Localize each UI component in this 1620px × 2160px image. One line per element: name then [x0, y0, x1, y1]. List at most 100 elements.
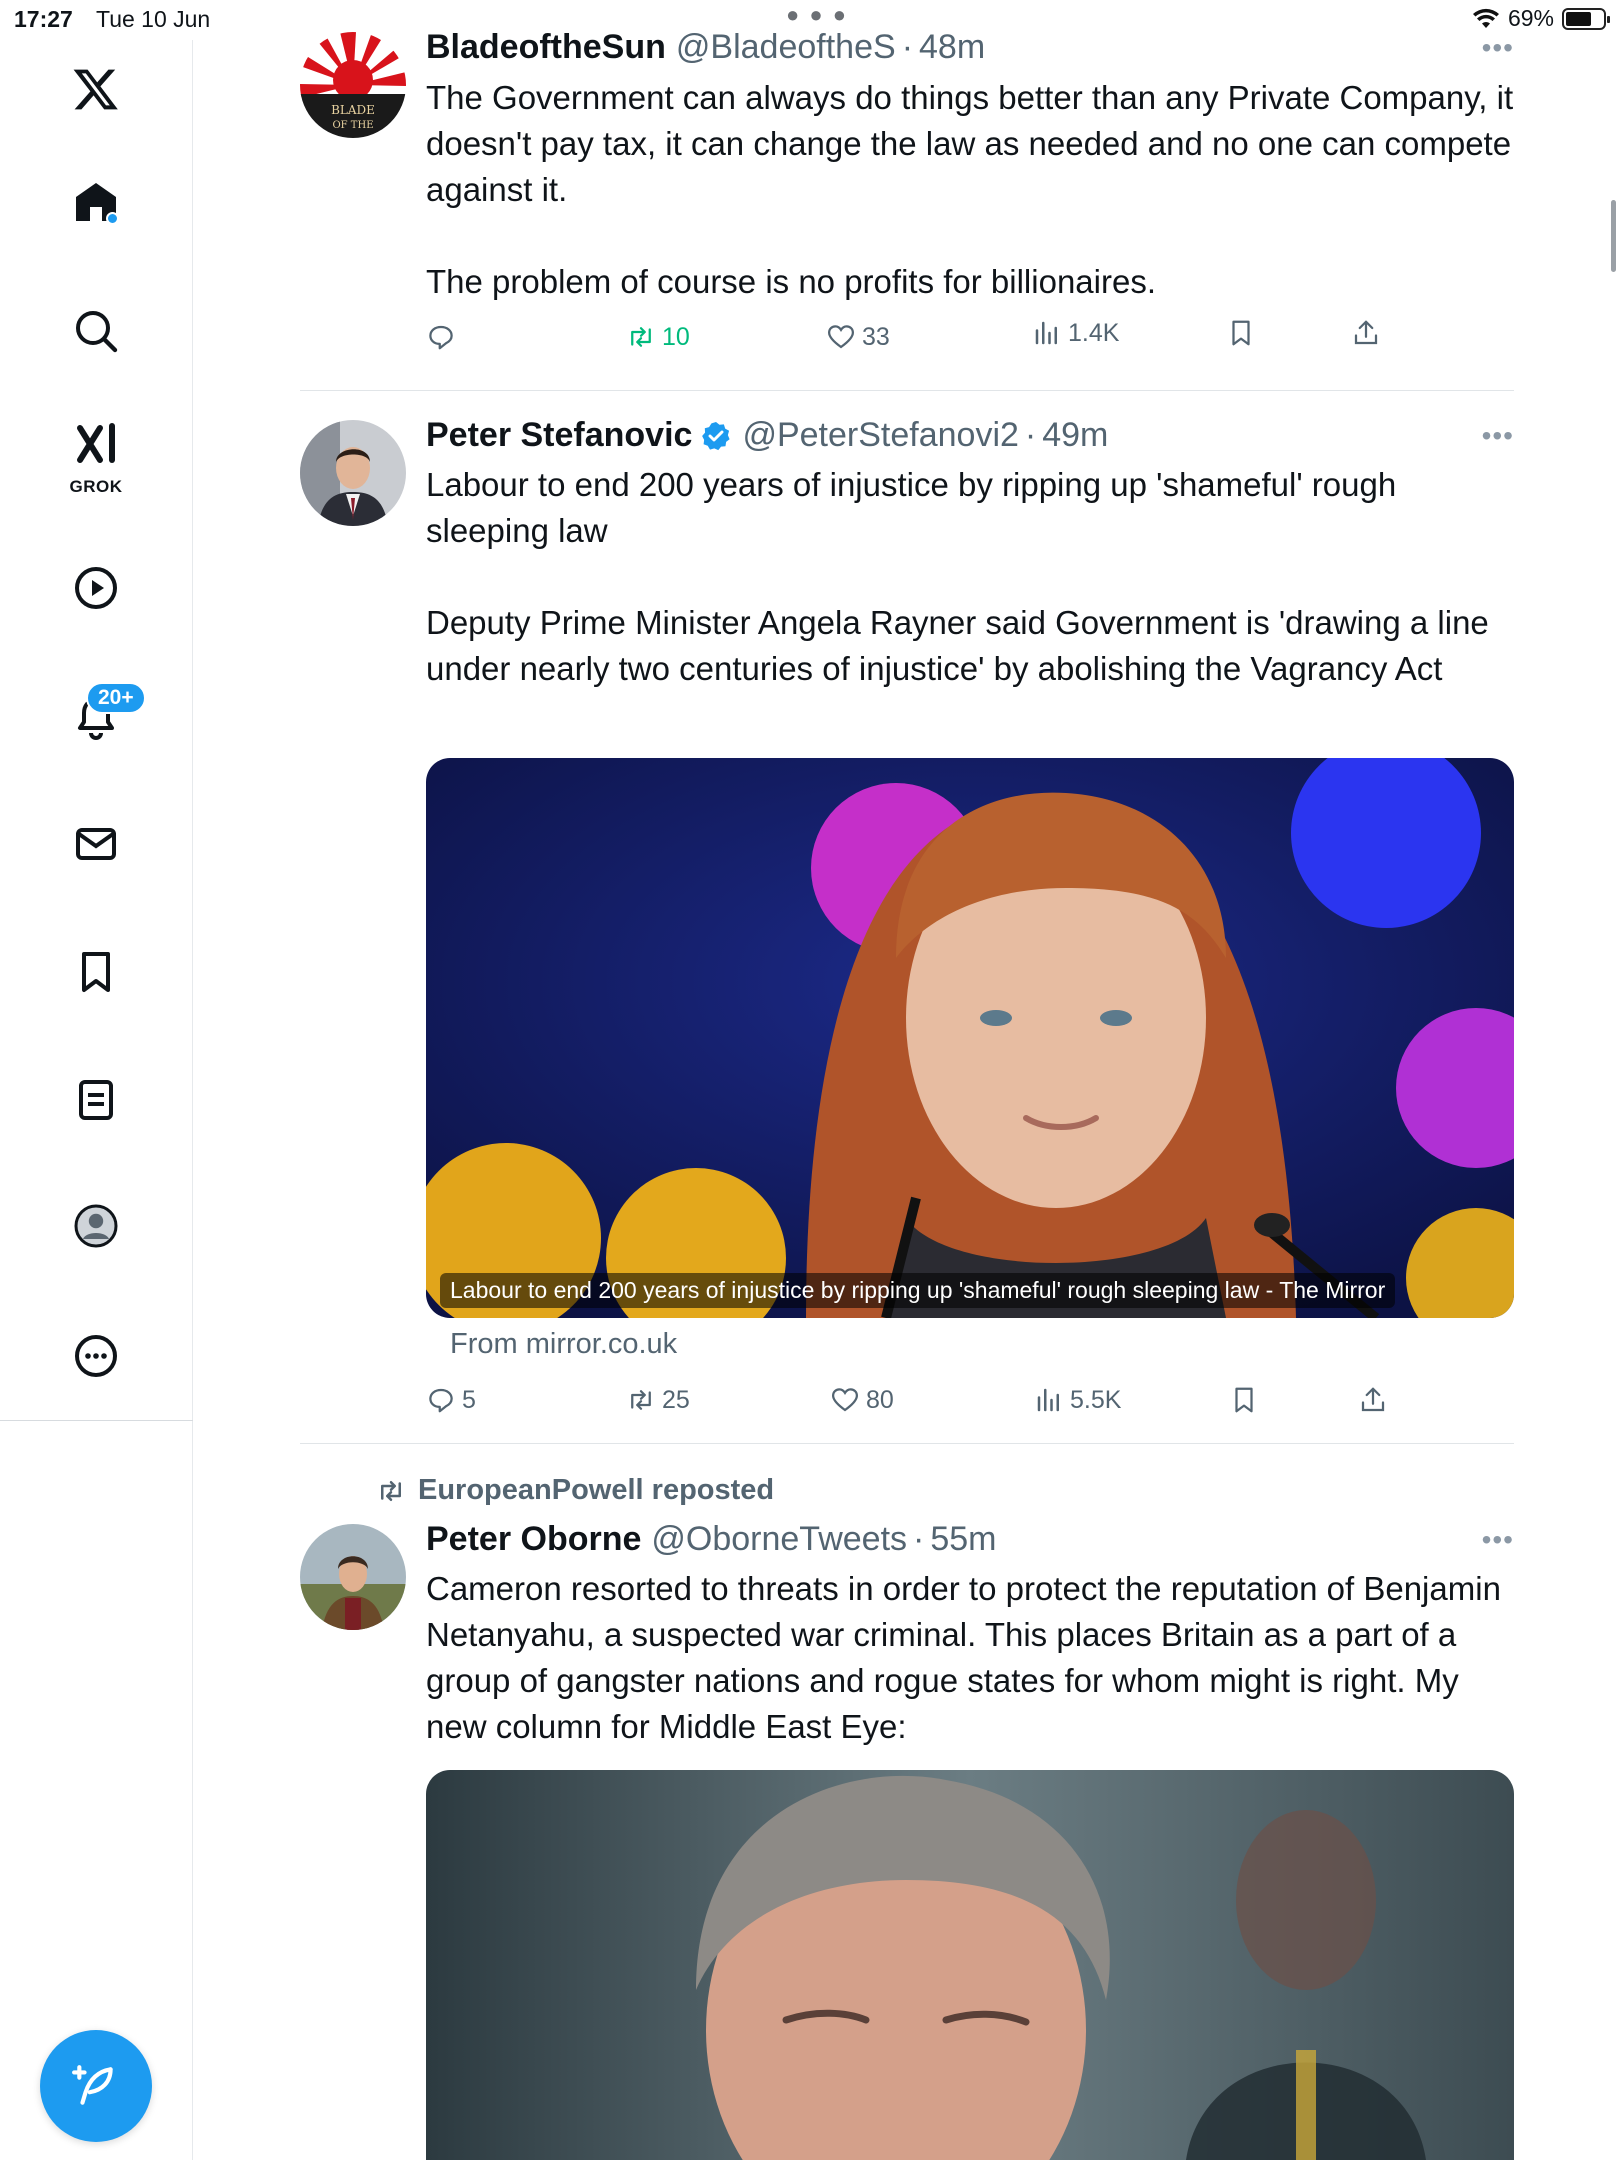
link-card-caption: Labour to end 200 years of injustice by … — [440, 1273, 1396, 1308]
reposted-by-label[interactable]: EuropeanPowell reposted — [418, 1474, 774, 1507]
bookmark-icon — [1232, 320, 1250, 346]
view-count: 5.5K — [1070, 1385, 1122, 1414]
grok-label: GROK — [69, 477, 123, 496]
tweet-time[interactable]: 55m — [930, 1520, 996, 1559]
link-source[interactable]: From mirror.co.uk — [450, 1328, 677, 1361]
x-logo-icon[interactable] — [62, 55, 130, 123]
view-count: 1.4K — [1068, 318, 1120, 347]
views-button[interactable]: 1.4K — [1032, 318, 1119, 348]
tweet-time[interactable]: 48m — [919, 28, 985, 67]
avatar-outdoor-portrait-image — [300, 1524, 406, 1630]
views-chart-icon — [1035, 321, 1057, 345]
tweet-header: Peter Stefanovic @PeterStefanovi2 · 49m — [426, 416, 1108, 455]
author-handle[interactable]: @PeterStefanovi2 — [742, 416, 1018, 455]
avatar-peter-oborne[interactable] — [300, 1524, 406, 1630]
home-icon[interactable] — [62, 168, 130, 236]
avatar-peter-stefanovic[interactable] — [300, 420, 406, 526]
repost-context: EuropeanPowell reposted — [376, 1474, 774, 1507]
author-name[interactable]: Peter Oborne — [426, 1520, 641, 1559]
status-indicators: 69% — [1472, 5, 1610, 32]
angela-rayner-photo — [426, 758, 1514, 1318]
heart-icon — [831, 1388, 859, 1412]
search-icon[interactable] — [62, 297, 130, 365]
like-button[interactable]: 33 — [826, 322, 890, 352]
share-icon — [1354, 320, 1378, 345]
video-icon[interactable] — [62, 554, 130, 622]
avatar-rising-sun-image: BLADE OF THE — [300, 32, 406, 138]
link-card-image[interactable]: Labour to end 200 years of injustice by … — [426, 758, 1514, 1318]
battery-icon — [1562, 7, 1610, 30]
lists-icon[interactable] — [62, 1066, 130, 1134]
tweet-paragraph: Labour to end 200 years of injustice by … — [426, 466, 1397, 549]
tweet-time[interactable]: 49m — [1042, 416, 1108, 455]
like-count: 80 — [866, 1385, 894, 1414]
more-options-icon[interactable]: ••• — [1482, 32, 1514, 64]
compose-button[interactable] — [40, 2030, 152, 2142]
scrollbar-thumb[interactable] — [1611, 200, 1616, 272]
battery-percent: 69% — [1507, 5, 1554, 31]
avatar-blade-text: BLADE — [331, 103, 375, 117]
bookmark-icon — [1235, 1387, 1253, 1413]
repost-count: 25 — [662, 1385, 690, 1414]
tweet-divider — [300, 390, 1514, 391]
sidebar-divider — [0, 1420, 193, 1421]
header-separator: · — [913, 1520, 925, 1558]
repost-button[interactable]: 25 — [626, 1385, 690, 1415]
profile-icon[interactable] — [62, 1192, 130, 1260]
tweet-actions: 5 25 80 5.5K — [426, 1385, 1426, 1425]
tweet-divider — [300, 1443, 1514, 1444]
views-chart-icon — [1037, 1388, 1059, 1412]
tweet-paragraph: The Government can always do things bett… — [426, 79, 1514, 208]
avatar-bladeofthesun[interactable]: BLADE OF THE — [300, 32, 406, 138]
tweet-text: Cameron resorted to threats in order to … — [426, 1566, 1516, 1750]
battery-fill — [1566, 11, 1591, 26]
tweet-actions: 10 33 1.4K — [426, 319, 1426, 362]
repost-button[interactable]: 10 — [626, 322, 690, 352]
tweet-paragraph: The problem of course is no profits for … — [426, 263, 1156, 300]
bookmark-icon[interactable] — [62, 938, 130, 1006]
link-card-image[interactable] — [426, 1770, 1514, 2160]
repost-icon — [631, 327, 651, 347]
david-cameron-photo — [426, 1770, 1514, 2160]
reply-button[interactable]: 5 — [426, 1385, 476, 1415]
bookmark-button[interactable] — [1229, 1385, 1259, 1415]
heart-icon — [827, 325, 855, 349]
views-button[interactable]: 5.5K — [1034, 1385, 1121, 1415]
home-unread-dot — [106, 212, 119, 225]
share-button[interactable] — [1358, 1385, 1388, 1415]
author-handle[interactable]: @BladeoftheS — [676, 28, 896, 67]
author-handle[interactable]: @OborneTweets — [651, 1520, 907, 1559]
multitasking-dots-icon[interactable]: ● ● ● — [786, 2, 848, 28]
grok-icon[interactable] — [62, 410, 130, 478]
status-time: 17:27 — [14, 6, 73, 32]
repost-icon — [631, 1390, 651, 1410]
avatar-portrait-image — [300, 420, 406, 526]
like-button[interactable]: 80 — [830, 1385, 894, 1415]
reply-icon — [429, 325, 453, 350]
repost-count: 10 — [662, 322, 690, 351]
verified-badge-icon — [702, 421, 731, 450]
mail-icon[interactable] — [62, 810, 130, 878]
reply-button[interactable] — [426, 322, 462, 352]
like-count: 33 — [862, 322, 890, 351]
wifi-icon — [1472, 8, 1499, 28]
status-date: Tue 10 Jun — [96, 6, 211, 32]
more-icon[interactable] — [62, 1322, 130, 1390]
tweet-paragraph: Cameron resorted to threats in order to … — [426, 1570, 1501, 1745]
tweet-paragraph: Deputy Prime Minister Angela Rayner said… — [426, 604, 1489, 687]
reply-icon — [429, 1388, 453, 1413]
bookmark-button[interactable] — [1226, 318, 1256, 348]
header-separator: · — [901, 28, 914, 66]
tweet-header: BladeoftheSun @BladeoftheS · 48m — [426, 28, 985, 67]
more-options-icon[interactable]: ••• — [1482, 420, 1514, 452]
svg-text:OF THE: OF THE — [332, 120, 373, 131]
tweet-header: Peter Oborne @OborneTweets · 55m — [426, 1520, 997, 1559]
author-name[interactable]: BladeoftheSun — [426, 28, 666, 67]
author-name[interactable]: Peter Stefanovic — [426, 416, 692, 455]
notifications-badge: 20+ — [86, 682, 146, 714]
sidebar-nav: GROK 20+ — [0, 40, 193, 2160]
share-button[interactable] — [1351, 318, 1381, 348]
share-icon — [1361, 1387, 1385, 1412]
more-options-icon[interactable]: ••• — [1482, 1524, 1514, 1556]
tweet-text: Labour to end 200 years of injustice by … — [426, 462, 1516, 692]
